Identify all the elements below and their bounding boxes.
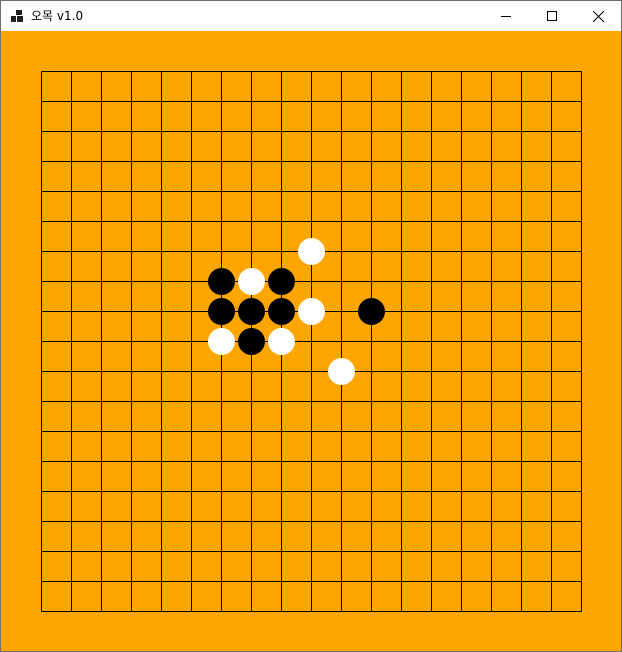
board-grid	[41, 71, 582, 612]
black-stone	[238, 328, 265, 355]
black-stone	[238, 298, 265, 325]
maximize-button[interactable]	[529, 1, 575, 31]
white-stone	[268, 328, 295, 355]
title-bar[interactable]: 오목 v1.0	[1, 1, 621, 31]
black-stone	[208, 268, 235, 295]
black-stone	[358, 298, 385, 325]
white-stone	[298, 238, 325, 265]
close-icon	[592, 10, 604, 22]
minimize-button[interactable]	[483, 1, 529, 31]
maximize-icon	[547, 11, 557, 21]
white-stone	[298, 298, 325, 325]
window-title: 오목 v1.0	[31, 9, 84, 23]
white-stone	[208, 328, 235, 355]
game-board-area[interactable]	[1, 31, 621, 651]
window-controls	[483, 1, 621, 31]
minimize-icon	[501, 16, 511, 17]
black-stone	[268, 268, 295, 295]
close-button[interactable]	[575, 1, 621, 31]
black-stone	[208, 298, 235, 325]
white-stone	[238, 268, 265, 295]
black-stone	[268, 298, 295, 325]
white-stone	[328, 358, 355, 385]
game-window: 오목 v1.0	[0, 0, 622, 652]
omok-board[interactable]	[1, 31, 621, 651]
app-icon[interactable]	[9, 8, 25, 24]
